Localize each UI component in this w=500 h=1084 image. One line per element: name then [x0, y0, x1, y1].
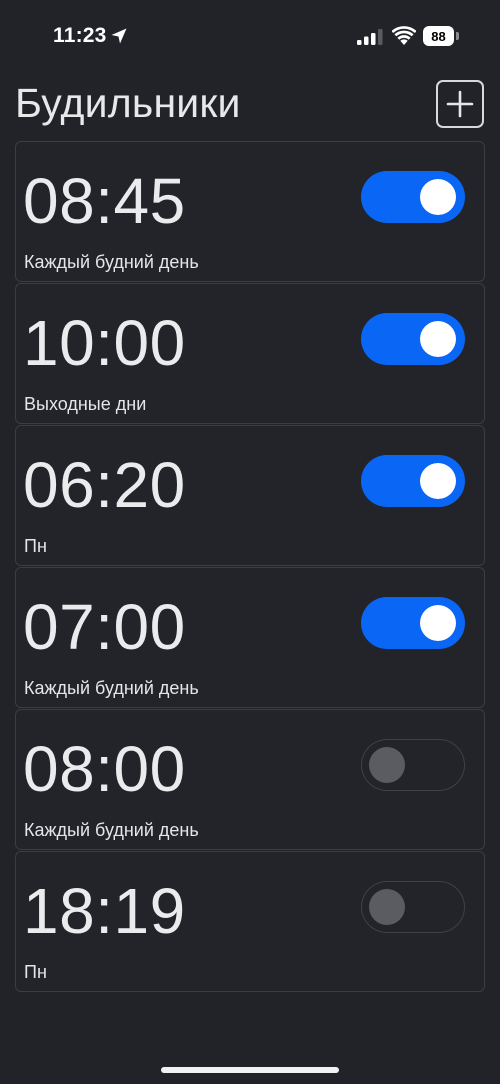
toggle-knob — [369, 747, 405, 783]
alarms-screen: 11:23 88 Будильники 08:45 Каждый будний д… — [0, 0, 500, 1084]
toggle-knob — [420, 179, 456, 215]
alarm-toggle[interactable] — [361, 313, 465, 365]
alarm-repeat-days: Каждый будний день — [24, 252, 199, 272]
alarm-toggle[interactable] — [361, 455, 465, 507]
toggle-knob — [420, 605, 456, 641]
alarm-toggle[interactable] — [361, 881, 465, 933]
battery-cap — [456, 32, 459, 40]
add-alarm-button[interactable] — [436, 80, 484, 128]
alarm-toggle[interactable] — [361, 597, 465, 649]
alarm-repeat-days: Пн — [24, 962, 47, 982]
page-title: Будильники — [15, 80, 241, 126]
toggle-knob — [369, 889, 405, 925]
alarm-item[interactable]: 08:00 Каждый будний день — [15, 709, 485, 850]
toggle-knob — [420, 321, 456, 357]
status-bar: 11:23 88 — [0, 0, 500, 72]
plus-icon — [446, 90, 474, 118]
alarm-repeat-days: Пн — [24, 536, 47, 556]
alarm-item[interactable]: 07:00 Каждый будний день — [15, 567, 485, 708]
cellular-signal-icon — [357, 29, 383, 45]
alarm-repeat-days: Каждый будний день — [24, 678, 199, 698]
alarm-toggle[interactable] — [361, 739, 465, 791]
status-time: 11:23 — [53, 24, 107, 47]
alarm-item[interactable]: 08:45 Каждый будний день — [15, 141, 485, 282]
home-indicator[interactable] — [161, 1067, 339, 1073]
alarm-time: 06:20 — [23, 449, 186, 521]
alarm-time: 18:19 — [23, 875, 186, 947]
alarm-time: 10:00 — [23, 307, 186, 379]
alarm-list: 08:45 Каждый будний день 10:00 Выходные дни… — [15, 141, 485, 993]
toggle-knob — [420, 463, 456, 499]
alarm-repeat-days: Каждый будний день — [24, 820, 199, 840]
battery-icon: 88 — [423, 26, 454, 46]
alarm-time: 07:00 — [23, 591, 186, 663]
alarm-toggle[interactable] — [361, 171, 465, 223]
alarm-time: 08:45 — [23, 165, 186, 237]
alarm-item[interactable]: 06:20 Пн — [15, 425, 485, 566]
alarm-repeat-days: Выходные дни — [24, 394, 147, 414]
alarm-time: 08:00 — [23, 733, 186, 805]
wifi-icon — [392, 26, 416, 45]
alarm-item[interactable]: 10:00 Выходные дни — [15, 283, 485, 424]
location-arrow-icon — [111, 28, 127, 44]
alarm-item[interactable]: 18:19 Пн — [15, 851, 485, 992]
battery-level: 88 — [431, 28, 446, 44]
